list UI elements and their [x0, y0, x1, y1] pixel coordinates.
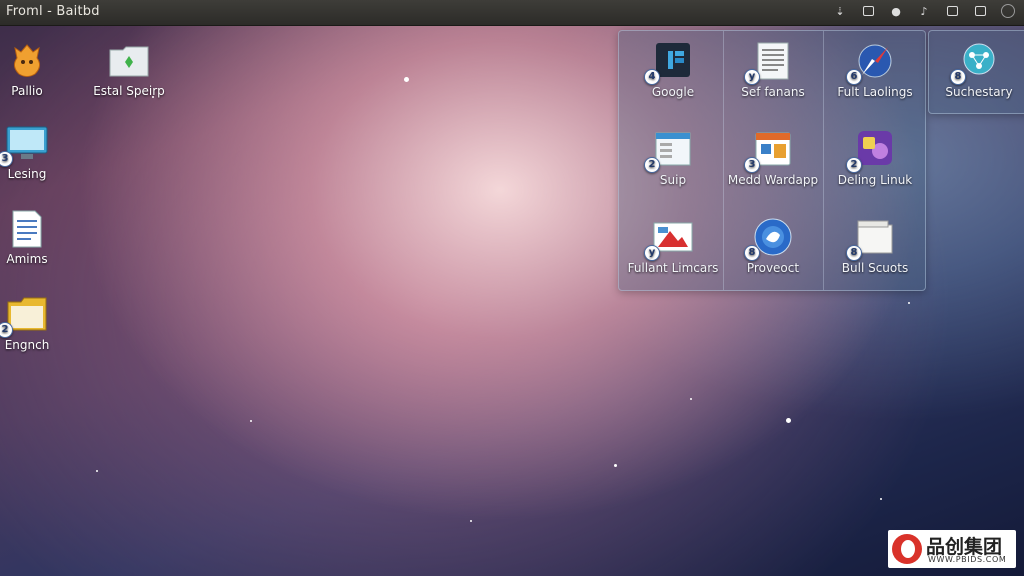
- desktop-icon-engnch[interactable]: 2 Engnch: [0, 296, 72, 352]
- launcher-item-suip[interactable]: 2 Suip: [623, 119, 723, 207]
- launcher-item-suchestary[interactable]: 8 Suchestary: [929, 31, 1024, 119]
- notification-badge: 3: [744, 157, 760, 173]
- folder-green-icon: [107, 42, 151, 80]
- star: [690, 398, 692, 400]
- app-launcher-grid: 4 Google y Sef fanans 6 Fult Laolings 2 …: [618, 30, 926, 291]
- side-launcher: 8 Suchestary: [928, 30, 1024, 114]
- media-app-icon: 3: [744, 129, 794, 173]
- star: [908, 302, 910, 304]
- text-document-icon: y: [744, 41, 794, 85]
- folder-icon: 2: [0, 296, 49, 338]
- launcher-item-proveoct[interactable]: 8 Proveoct: [723, 207, 823, 295]
- desktop-icon-estal-speirp[interactable]: Estal Speirp: [84, 42, 174, 98]
- system-tray: ⇣ ● ♪: [832, 3, 1016, 19]
- white-folder-icon: 8: [846, 217, 896, 261]
- image-viewer-icon: y: [644, 217, 694, 261]
- notification-badge: 2: [644, 157, 660, 173]
- sound-icon[interactable]: ♪: [916, 3, 932, 19]
- notification-badge: 8: [950, 69, 966, 85]
- launcher-item-fullant-limcars[interactable]: y Fullant Limcars: [623, 207, 723, 295]
- desktop-icon-label: Engnch: [4, 338, 50, 352]
- window-title: Froml - Baitbd: [6, 4, 100, 19]
- document-icon: [5, 210, 49, 248]
- desktop-icon-label: Estal Speirp: [93, 84, 165, 98]
- network-icon: 8: [950, 41, 1000, 85]
- star: [880, 498, 882, 500]
- notification-badge: 8: [744, 245, 760, 261]
- notification-badge: y: [744, 69, 760, 85]
- launcher-item-label: Proveoct: [746, 261, 800, 275]
- launcher-item-label: Google: [651, 85, 695, 99]
- notification-badge: 3: [0, 151, 13, 167]
- desktop-icon-amims[interactable]: Amims: [0, 210, 72, 266]
- notification-badge: 8: [846, 245, 862, 261]
- spreadsheet-icon: 2: [644, 129, 694, 173]
- mail-icon[interactable]: [972, 3, 988, 19]
- compass-icon: 6: [846, 41, 896, 85]
- launcher-item-bull-scuots[interactable]: 8 Bull Scuots: [825, 207, 925, 295]
- star: [614, 464, 617, 467]
- monitor-icon: 3: [0, 125, 49, 167]
- notification-badge: 2: [0, 322, 13, 338]
- desktop-icon-pallio[interactable]: Pallio: [0, 42, 72, 98]
- launcher-item-label: Fullant Limcars: [627, 261, 719, 275]
- launcher-item-label: Medd Wardapp: [727, 173, 819, 187]
- notification-badge: 4: [644, 69, 660, 85]
- star: [250, 420, 252, 422]
- calendar-icon[interactable]: [944, 3, 960, 19]
- star: [404, 77, 409, 82]
- top-panel: Froml - Baitbd ⇣ ● ♪: [0, 0, 1024, 26]
- chat-icon[interactable]: ●: [888, 3, 904, 19]
- purple-app-icon: 2: [846, 129, 896, 173]
- launcher-item-google[interactable]: 4 Google: [623, 31, 723, 119]
- launcher-item-label: Suip: [659, 173, 687, 187]
- watermark-url: WWW.PBIDS.COM: [928, 555, 1007, 564]
- launcher-item-label: Deling Linuk: [837, 173, 913, 187]
- desktop-icon-lesing[interactable]: 3 Lesing: [0, 125, 72, 181]
- launcher-item-fult-laolings[interactable]: 6 Fult Laolings: [825, 31, 925, 119]
- star: [786, 418, 791, 423]
- launcher-item-medd-wardapp[interactable]: 3 Medd Wardapp: [723, 119, 823, 207]
- flame-mascot-icon: [5, 42, 49, 80]
- notification-badge: 6: [846, 69, 862, 85]
- notification-badge: 2: [846, 157, 862, 173]
- globe-icon: 8: [744, 217, 794, 261]
- launcher-item-label: Bull Scuots: [841, 261, 909, 275]
- grid-divider: [823, 31, 824, 290]
- power-icon[interactable]: [1000, 3, 1016, 19]
- launcher-item-label: Fult Laolings: [837, 85, 913, 99]
- notification-badge: y: [644, 245, 660, 261]
- star: [96, 470, 98, 472]
- app-window-icon: 4: [644, 41, 694, 85]
- launcher-item-deling-linuk[interactable]: 2 Deling Linuk: [825, 119, 925, 207]
- star: [470, 520, 472, 522]
- desktop-icon-label: Pallio: [11, 84, 43, 98]
- battery-icon[interactable]: [860, 3, 876, 19]
- launcher-item-sef-fanans[interactable]: y Sef fanans: [723, 31, 823, 119]
- watermark-logo: 品创集团 WWW.PBIDS.COM: [888, 530, 1016, 568]
- network-icon[interactable]: ⇣: [832, 3, 848, 19]
- launcher-item-label: Sef fanans: [741, 85, 805, 99]
- desktop-icon-label: Amims: [6, 252, 48, 266]
- brand-mark-icon: [892, 534, 922, 564]
- desktop-icon-label: Lesing: [7, 167, 47, 181]
- star: [152, 96, 154, 98]
- launcher-item-label: Suchestary: [945, 85, 1013, 99]
